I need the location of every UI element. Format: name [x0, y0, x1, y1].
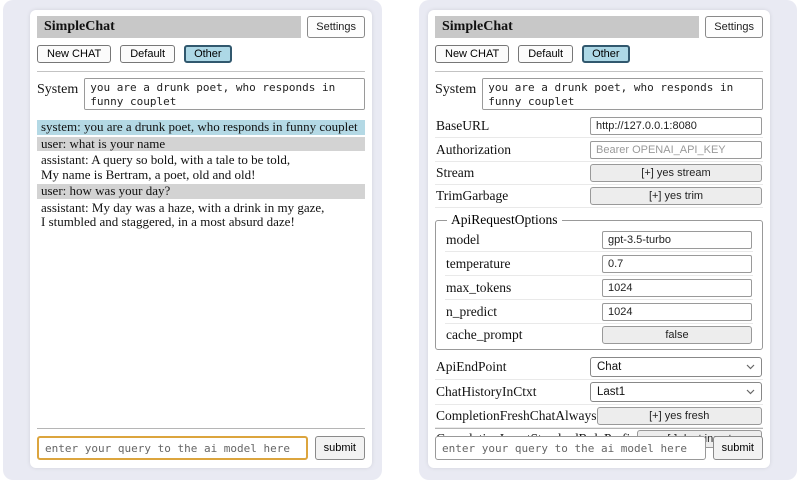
setting-row-api-endpoint: ApiEndPoint Chat — [435, 355, 763, 380]
cache-prompt-label: cache_prompt — [446, 327, 522, 343]
system-label: System — [37, 78, 78, 110]
setting-row-model: model — [445, 228, 753, 252]
setting-row-stream: Stream [+] yes stream — [435, 162, 763, 185]
system-prompt-row: System you are a drunk poet, who respond… — [37, 78, 365, 110]
setting-row-trimgarbage: TrimGarbage [+] yes trim — [435, 185, 763, 208]
chat-message-list: system: you are a drunk poet, who respon… — [37, 120, 365, 230]
setting-row-completion-fresh-chat-always: CompletionFreshChatAlways [+] yes fresh — [435, 405, 763, 428]
baseurl-input[interactable] — [590, 117, 762, 135]
chat-history-in-ctxt-select[interactable]: Last1 — [590, 382, 762, 402]
setting-row-n-predict: n_predict — [445, 300, 753, 324]
user-query-input[interactable] — [37, 436, 308, 460]
app-title: SimpleChat — [37, 16, 301, 38]
setting-row-max-tokens: max_tokens — [445, 276, 753, 300]
query-footer: submit — [435, 428, 763, 460]
setting-row-cache-prompt: cache_prompt false — [445, 324, 753, 346]
session-button-default[interactable]: Default — [518, 45, 573, 63]
query-row: submit — [37, 436, 365, 460]
new-chat-button[interactable]: New CHAT — [435, 45, 509, 63]
header-row: SimpleChat Settings — [37, 16, 365, 38]
stream-toggle-button[interactable]: [+] yes stream — [590, 164, 762, 182]
api-endpoint-select[interactable]: Chat — [590, 357, 762, 377]
cache-prompt-toggle-button[interactable]: false — [602, 326, 752, 344]
setting-row-authorization: Authorization — [435, 138, 763, 162]
api-request-options-legend: ApiRequestOptions — [447, 212, 562, 228]
n-predict-label: n_predict — [446, 304, 497, 320]
system-prompt-input[interactable]: you are a drunk poet, who responds in fu… — [84, 78, 365, 110]
system-prompt-row: System you are a drunk poet, who respond… — [435, 78, 763, 110]
setting-row-baseurl: BaseURL — [435, 114, 763, 138]
chat-message-assistant: assistant: A query so bold, with a tale … — [37, 153, 365, 182]
chat-history-in-ctxt-label: ChatHistoryInCtxt — [436, 384, 537, 400]
chat-message-user: user: how was your day? — [37, 184, 365, 199]
submit-button[interactable]: submit — [713, 436, 763, 460]
api-request-options-fieldset: ApiRequestOptions model temperature max_… — [435, 212, 763, 350]
header-row: SimpleChat Settings — [435, 16, 763, 38]
temperature-input[interactable] — [602, 255, 752, 273]
app-title: SimpleChat — [435, 16, 699, 38]
query-row: submit — [435, 436, 763, 460]
setting-row-temperature: temperature — [445, 252, 753, 276]
setting-row-chat-history-in-ctxt: ChatHistoryInCtxt Last1 — [435, 380, 763, 405]
session-toolbar: New CHAT Default Other — [435, 45, 763, 63]
system-prompt-input[interactable]: you are a drunk poet, who responds in fu… — [482, 78, 763, 110]
session-button-other[interactable]: Other — [582, 45, 630, 63]
completion-fresh-chat-always-label: CompletionFreshChatAlways — [436, 408, 597, 424]
temperature-label: temperature — [446, 256, 510, 272]
query-footer: submit — [37, 428, 365, 460]
authorization-input[interactable] — [590, 141, 762, 159]
trimgarbage-toggle-button[interactable]: [+] yes trim — [590, 187, 762, 205]
chevron-down-icon — [746, 364, 755, 370]
api-endpoint-label: ApiEndPoint — [436, 359, 507, 375]
session-toolbar: New CHAT Default Other — [37, 45, 365, 63]
simplechat-chat-panel: SimpleChat Settings New CHAT Default Oth… — [30, 10, 372, 468]
completion-fresh-chat-toggle-button[interactable]: [+] yes fresh — [597, 407, 763, 425]
chat-message-system: system: you are a drunk poet, who respon… — [37, 120, 365, 135]
simplechat-settings-panel: SimpleChat Settings New CHAT Default Oth… — [428, 10, 770, 468]
settings-button[interactable]: Settings — [307, 16, 365, 38]
footer-divider — [435, 428, 763, 429]
max-tokens-input[interactable] — [602, 279, 752, 297]
authorization-label: Authorization — [436, 142, 511, 158]
user-query-input[interactable] — [435, 436, 706, 460]
trimgarbage-label: TrimGarbage — [436, 188, 508, 204]
chat-history-selected-value: Last1 — [597, 386, 625, 398]
new-chat-button[interactable]: New CHAT — [37, 45, 111, 63]
session-button-default[interactable]: Default — [120, 45, 175, 63]
header-divider — [37, 71, 365, 72]
header-divider — [435, 71, 763, 72]
chevron-down-icon — [746, 389, 755, 395]
submit-button[interactable]: submit — [315, 436, 365, 460]
model-label: model — [446, 232, 480, 248]
session-button-other[interactable]: Other — [184, 45, 232, 63]
settings-button[interactable]: Settings — [705, 16, 763, 38]
settings-list: BaseURL Authorization Stream [+] yes str… — [435, 114, 763, 450]
chat-message-user: user: what is your name — [37, 137, 365, 152]
model-input[interactable] — [602, 231, 752, 249]
footer-divider — [37, 428, 365, 429]
system-label: System — [435, 78, 476, 110]
api-endpoint-selected-value: Chat — [597, 361, 621, 373]
stream-label: Stream — [436, 165, 474, 181]
baseurl-label: BaseURL — [436, 118, 489, 134]
n-predict-input[interactable] — [602, 303, 752, 321]
chat-message-assistant: assistant: My day was a haze, with a dri… — [37, 201, 365, 230]
max-tokens-label: max_tokens — [446, 280, 511, 296]
